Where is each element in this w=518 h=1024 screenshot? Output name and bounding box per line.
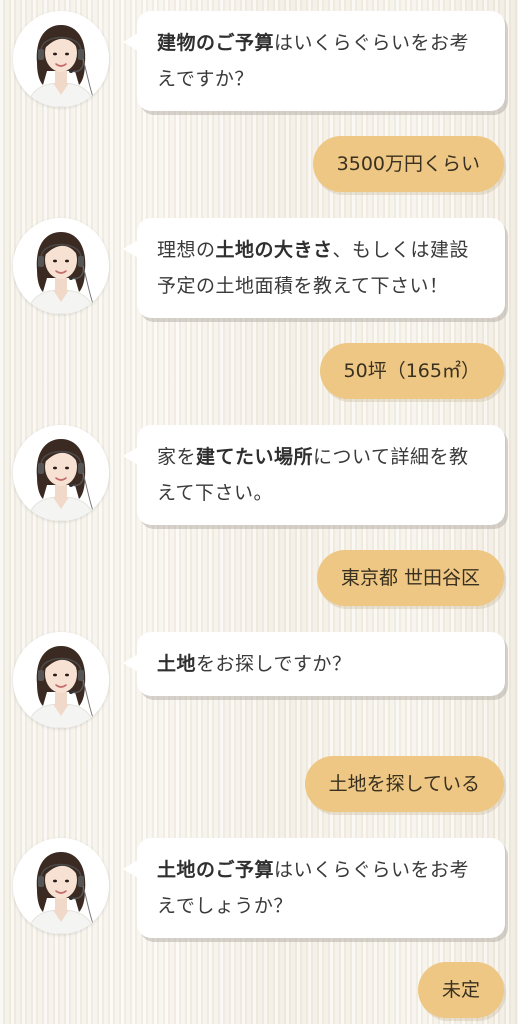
user-reply-bubble: 東京都 世田谷区 [316,550,504,606]
operator-avatar-icon [13,632,109,728]
agent-message: 土地のご予算はいくらぐらいをお考えでしょうか？ [123,838,505,938]
user-reply-bubble: 50坪（165㎡） [319,343,504,399]
operator-avatar-icon [13,218,109,314]
message-text: をお探しですか？ [196,653,352,675]
message-highlight: 土地のご予算 [157,859,275,881]
message-text: 家を [157,446,197,468]
message-highlight: 土地 [157,653,197,675]
user-reply-bubble: 土地を探している [304,756,504,812]
agent-message: 建物のご予算はいくらぐらいをお考えですか？ [123,11,505,111]
agent-message: 土地をお探しですか？ [123,632,505,696]
agent-message: 理想の土地の大きさ、もしくは建設予定の土地面積を教えて下さい！ [123,218,505,318]
message-highlight: 建物のご予算 [157,32,275,54]
message-highlight: 建てたい場所 [196,446,314,468]
operator-avatar-icon [13,11,109,107]
operator-avatar-icon [13,838,109,934]
agent-message: 家を建てたい場所について詳細を教えて下さい。 [123,425,505,525]
chat-thread: 建物のご予算はいくらぐらいをお考えですか？ 3500万円くらい 理想の土地の大き… [0,0,518,1024]
user-reply-bubble: 3500万円くらい [312,136,504,192]
message-text: 理想の [157,239,216,261]
message-highlight: 土地の大きさ [215,239,333,261]
user-reply-bubble: 未定 [417,962,504,1018]
operator-avatar-icon [13,425,109,521]
